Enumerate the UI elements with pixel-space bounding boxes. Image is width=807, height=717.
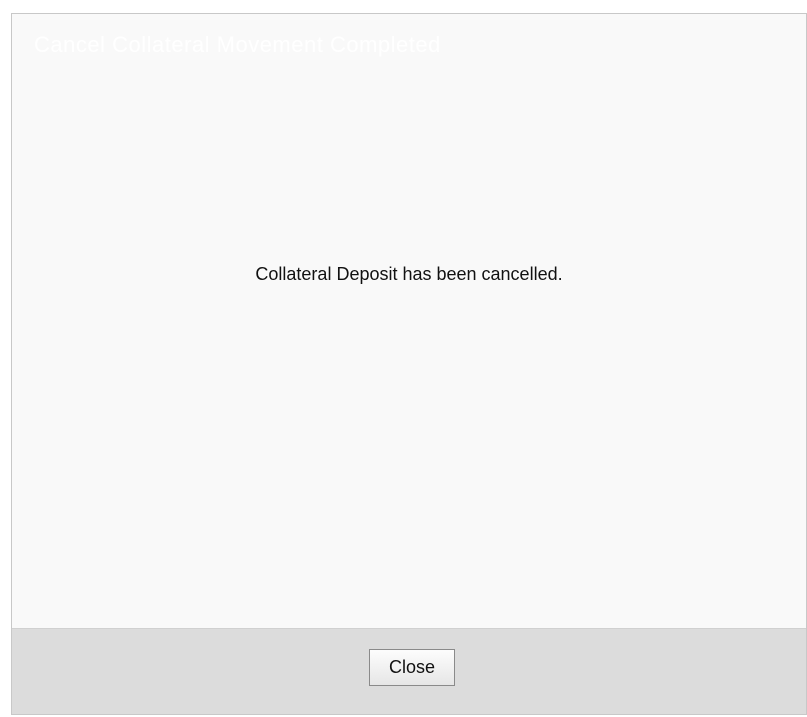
dialog-footer: Close bbox=[12, 628, 806, 714]
confirmation-message: Collateral Deposit has been cancelled. bbox=[255, 264, 563, 284]
cancel-confirmation-dialog: Cancel Collateral Movement Completed Col… bbox=[11, 13, 807, 715]
dialog-title: Cancel Collateral Movement Completed bbox=[34, 32, 441, 57]
close-button[interactable]: Close bbox=[369, 649, 455, 686]
